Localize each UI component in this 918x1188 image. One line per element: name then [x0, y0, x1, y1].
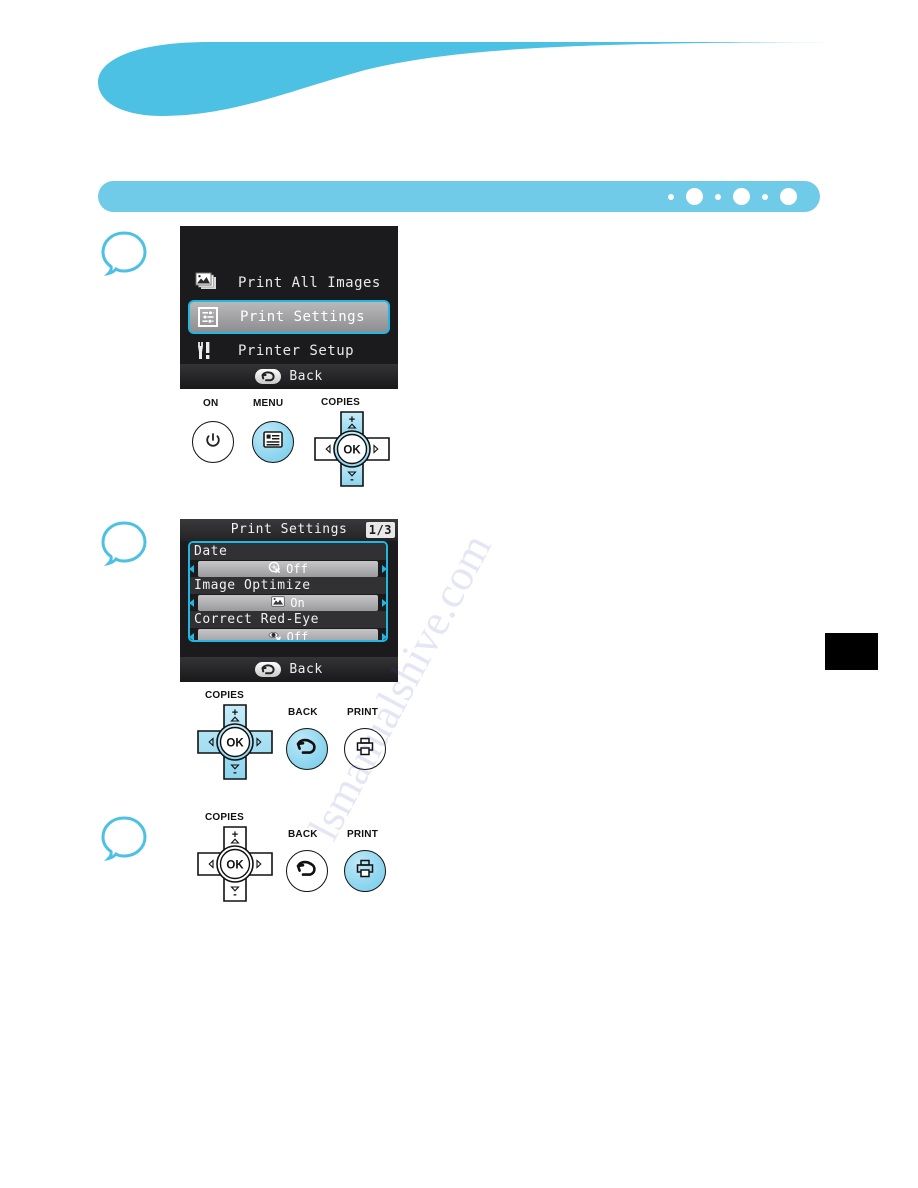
svg-text:OK: OK — [226, 738, 244, 750]
copies-label: COPIES — [321, 397, 360, 408]
pagination-group-2 — [708, 188, 755, 205]
lcd-title-bar: Print Settings 1/3 — [180, 519, 398, 541]
page-total: 3 — [384, 523, 392, 537]
printer-setup-tools-icon — [194, 340, 228, 362]
lcd-back-bar[interactable]: Back — [180, 657, 398, 682]
menu-list-icon — [263, 431, 283, 453]
setting-correct-red-eye[interactable]: Correct Red-Eye Off — [190, 611, 386, 642]
red-eye-off-icon — [268, 630, 282, 640]
menu-item-label: Print All Images — [238, 275, 381, 291]
step-bubble-1 — [101, 231, 147, 276]
setting-date[interactable]: Date Off — [190, 543, 386, 577]
on-button-label: ON — [203, 398, 219, 409]
copies-label: COPIES — [205, 690, 244, 701]
back-arrow-icon — [255, 662, 282, 677]
page-current: 1 — [368, 523, 377, 537]
svg-text:OK: OK — [343, 445, 361, 457]
setting-value-row[interactable]: On — [198, 595, 378, 611]
section-tab-marker — [825, 633, 878, 670]
small-dot — [715, 193, 721, 200]
menu-item-print-all-images[interactable]: Print All Images — [180, 266, 398, 300]
setting-image-optimize[interactable]: Image Optimize On — [190, 577, 386, 611]
button-diagram-step-2: COPIES OK + - BACK PRINT — [185, 690, 400, 785]
step-bubble-3 — [101, 816, 147, 861]
button-diagram-step-1: ON MENU COPIES OK + - — [185, 397, 400, 493]
svg-text:-: - — [233, 767, 237, 779]
back-arrow-icon — [255, 369, 282, 384]
large-dot — [686, 188, 703, 205]
dpad-step-3: OK + - — [196, 825, 274, 903]
settings-frame: Date Off Image Optimize On Correct Red-E… — [188, 541, 388, 642]
image-optimize-icon — [271, 596, 285, 610]
power-icon — [204, 431, 222, 454]
header-decoration — [98, 42, 828, 116]
setting-label: Date — [190, 543, 386, 560]
print-button[interactable] — [344, 728, 386, 770]
lcd-back-bar[interactable]: Back — [180, 364, 398, 389]
svg-text:-: - — [350, 474, 354, 486]
large-dot — [733, 188, 750, 205]
back-arrow-icon — [295, 738, 319, 761]
menu-button[interactable] — [252, 421, 294, 463]
lcd-back-label: Back — [289, 369, 323, 384]
pagination-group-3 — [755, 188, 802, 205]
menu-item-printer-setup[interactable]: Printer Setup — [180, 334, 398, 368]
small-dot — [668, 193, 674, 200]
right-arrow-icon[interactable] — [382, 633, 386, 640]
watermark: lsmanualshive.com — [299, 526, 501, 848]
menu-item-label: Print Settings — [240, 309, 366, 325]
back-button[interactable] — [286, 728, 328, 770]
print-button-label: PRINT — [347, 707, 378, 718]
left-arrow-icon[interactable] — [190, 599, 194, 607]
back-button-label: BACK — [288, 829, 318, 840]
lcd-screen-menu: Print All Images Print Settings Printer … — [180, 226, 398, 389]
right-arrow-icon[interactable] — [382, 565, 386, 573]
small-dot — [762, 193, 768, 200]
svg-text:OK: OK — [226, 860, 244, 872]
lcd-title-text: Print Settings — [230, 522, 348, 537]
print-button[interactable] — [344, 850, 386, 892]
setting-value-row[interactable]: Off — [198, 629, 378, 642]
on-button[interactable] — [192, 421, 234, 463]
pagination-bar — [98, 181, 820, 212]
dpad-step-1: OK + - — [313, 410, 391, 488]
date-off-icon — [268, 561, 281, 577]
print-settings-icon — [196, 306, 230, 328]
lcd-screen-print-settings: Print Settings 1/3 Date Off Image Optimi… — [180, 519, 398, 682]
setting-value: Off — [286, 562, 308, 576]
button-diagram-step-3: COPIES OK + - BACK PRINT — [185, 812, 400, 907]
right-arrow-icon[interactable] — [382, 599, 386, 607]
left-arrow-icon[interactable] — [190, 633, 194, 640]
menu-item-label: Printer Setup — [238, 343, 355, 359]
page-indicator: 1/3 — [365, 522, 395, 538]
pagination-dots — [661, 181, 802, 212]
large-dot — [780, 188, 797, 205]
back-button[interactable] — [286, 850, 328, 892]
setting-label: Image Optimize — [190, 577, 386, 594]
left-arrow-icon[interactable] — [190, 565, 194, 573]
photos-stack-icon — [194, 272, 228, 294]
back-button-label: BACK — [288, 707, 318, 718]
back-arrow-icon — [295, 860, 319, 883]
setting-value: On — [290, 596, 305, 610]
dpad-step-2: OK + - — [196, 703, 274, 781]
setting-value-row[interactable]: Off — [198, 561, 378, 577]
print-button-label: PRINT — [347, 829, 378, 840]
printer-icon — [355, 737, 375, 761]
setting-value: Off — [286, 630, 309, 642]
setting-label: Correct Red-Eye — [190, 611, 386, 628]
menu-item-print-settings[interactable]: Print Settings — [188, 300, 390, 334]
svg-text:-: - — [233, 889, 237, 901]
step-bubble-2 — [101, 521, 147, 566]
lcd-back-label: Back — [289, 662, 323, 677]
printer-icon — [355, 859, 375, 883]
copies-label: COPIES — [205, 812, 244, 823]
menu-button-label: MENU — [253, 398, 284, 409]
pagination-group-1 — [661, 188, 708, 205]
